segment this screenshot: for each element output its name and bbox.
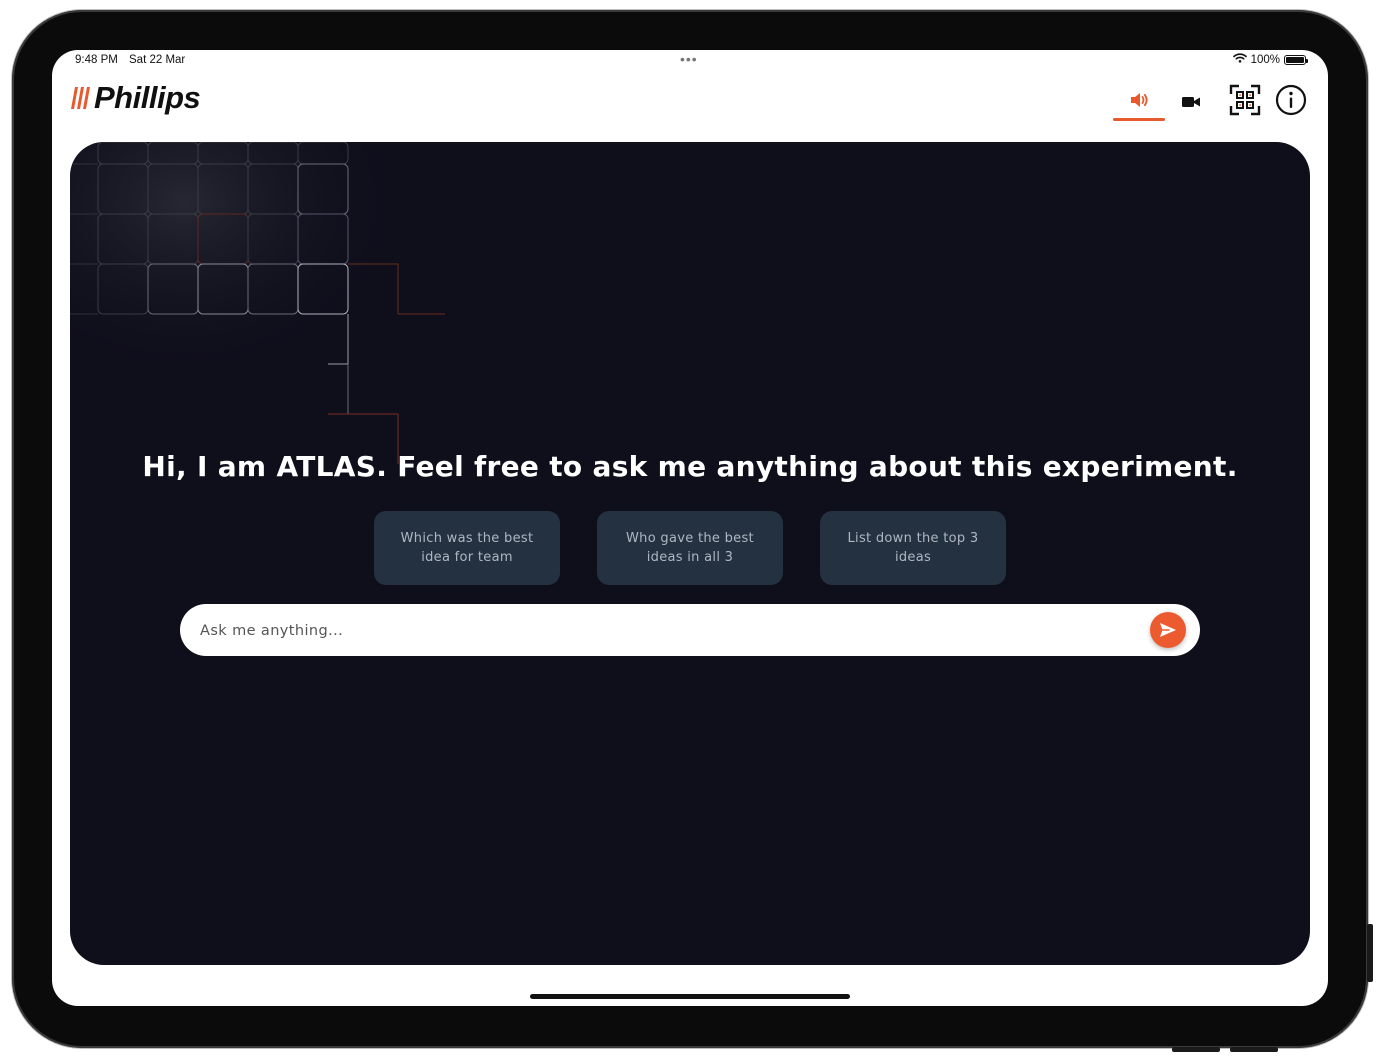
speaker-icon [1131,93,1148,107]
multitasking-dots-icon[interactable]: ••• [680,52,698,66]
hardware-button [1172,1047,1220,1052]
video-camera-button[interactable] [1178,82,1204,122]
phillips-logo: Phillips [70,80,201,116]
suggestion-list: Which was the best idea for team Who gav… [374,511,1006,585]
send-icon [1160,623,1176,637]
status-bar: 9:48 PM Sat 22 Mar ••• 100% [52,50,1328,72]
logo-stripes-icon [71,87,90,109]
info-icon [1275,84,1307,116]
send-button[interactable] [1150,612,1186,648]
logo-text: Phillips [94,80,201,115]
suggestion-chip[interactable]: Who gave the best ideas in all 3 [597,511,783,585]
screen: 9:48 PM Sat 22 Mar ••• 100% Phillips Hi,… [52,50,1328,1006]
qr-scan-icon [1229,84,1261,116]
status-date: Sat 22 Mar [129,54,186,66]
greeting-text: Hi, I am ATLAS. Feel free to ask me anyt… [142,450,1238,483]
status-time: 9:48 PM [75,54,118,66]
hardware-button [1230,1047,1278,1052]
app-header: Phillips [52,72,1328,142]
wifi-icon [1232,53,1247,66]
volume-button [1367,924,1373,982]
video-camera-icon [1182,97,1200,107]
speaker-button[interactable] [1113,76,1165,124]
suggestion-chip[interactable]: Which was the best idea for team [374,511,560,585]
status-indicators: 100% [1232,53,1308,66]
grid-decoration [70,142,450,464]
battery-icon [1284,54,1308,65]
ask-input[interactable] [198,604,1132,658]
ask-bar [180,604,1200,658]
home-indicator[interactable] [530,994,850,999]
battery-percent: 100% [1250,53,1280,66]
active-tab-indicator [1113,118,1165,121]
info-button[interactable] [1274,80,1308,120]
suggestion-chip[interactable]: List down the top 3 ideas [820,511,1006,585]
chat-panel: Hi, I am ATLAS. Feel free to ask me anyt… [70,142,1310,965]
qr-scan-button[interactable] [1228,80,1262,120]
